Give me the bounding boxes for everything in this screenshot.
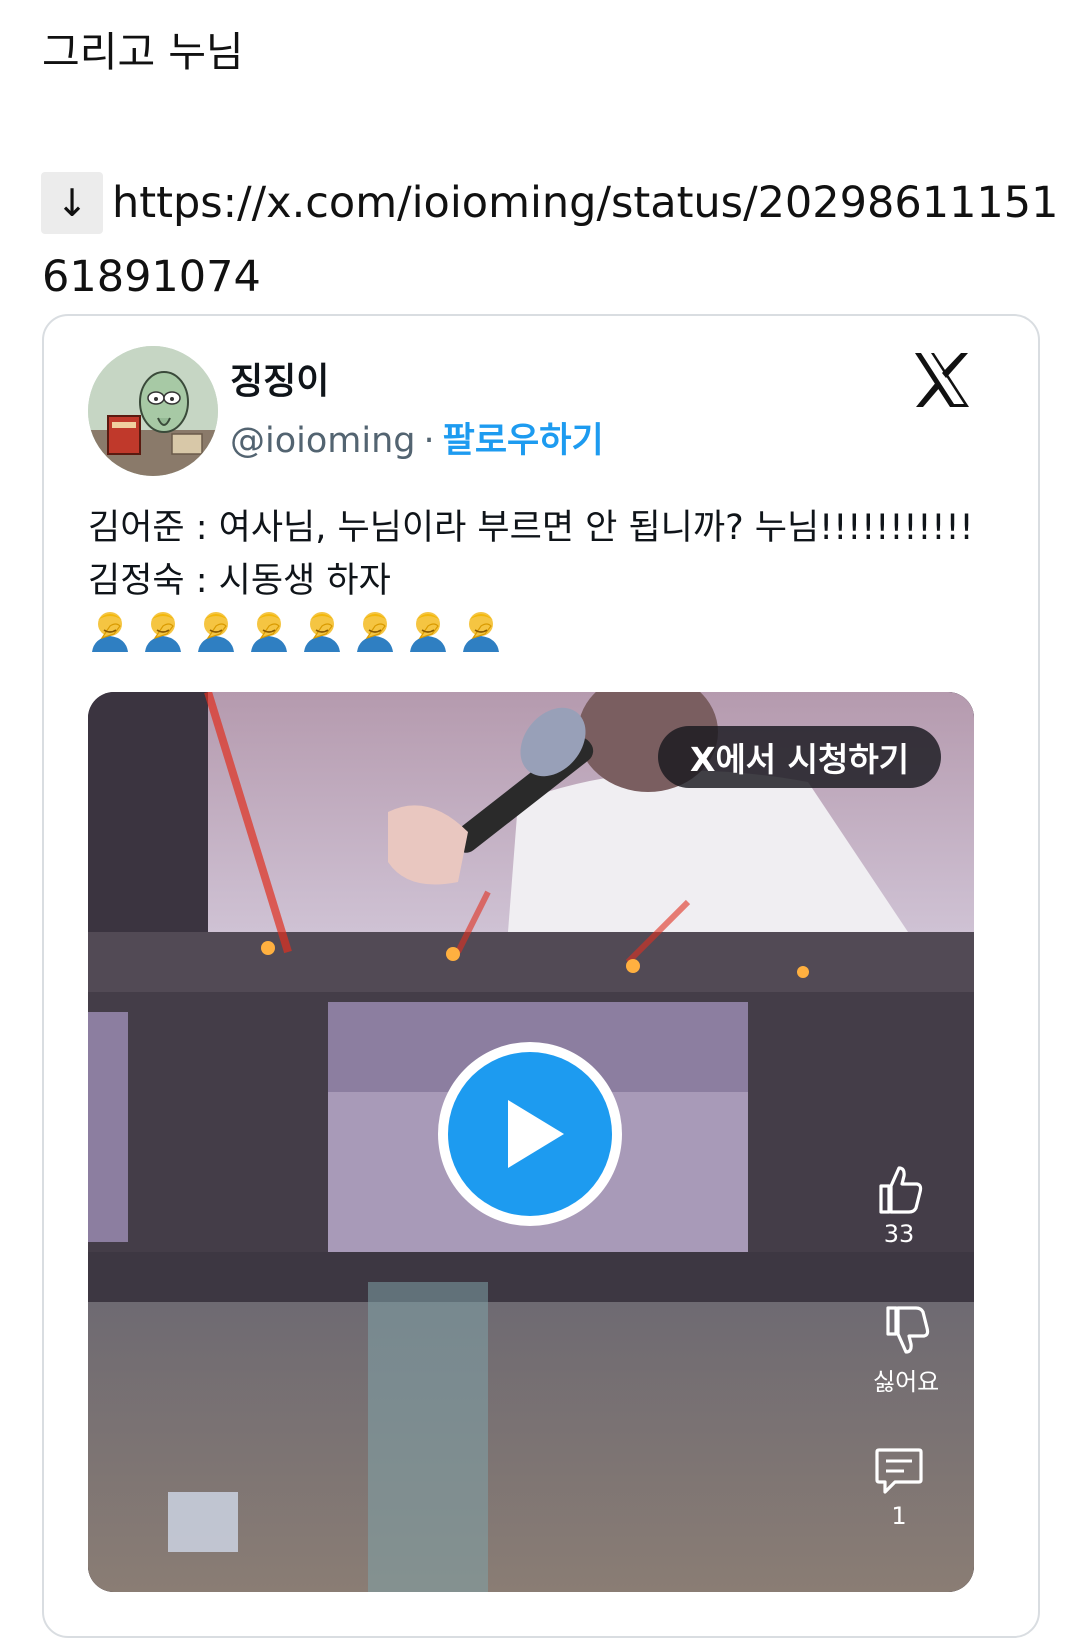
facepalm-emoji — [145, 612, 181, 652]
video-thumbnail[interactable]: X에서 시청하기 33 싫어요 1 — [88, 692, 974, 1592]
dislike-control[interactable]: 싫어요 — [873, 1304, 939, 1397]
author-handle[interactable]: @ioioming — [230, 421, 416, 461]
status-link-continued[interactable]: 61891074 — [42, 252, 261, 302]
facepalm-emoji — [463, 612, 499, 652]
follow-button[interactable]: 팔로우하기 — [443, 421, 604, 461]
like-control[interactable]: 33 — [873, 1162, 925, 1248]
watch-on-x-button[interactable]: X에서 시청하기 — [658, 726, 942, 788]
comment-icon — [875, 1448, 923, 1494]
post-text: 그리고 누님 — [42, 28, 244, 76]
tweet-line: 김어준 : 여사님, 누님이라 부르면 안 됩니까? 누님!!!!!!!!!!! — [88, 508, 974, 548]
facepalm-emoji — [251, 612, 287, 652]
x-logo-icon[interactable] — [912, 350, 972, 410]
facepalm-emoji — [92, 612, 128, 652]
author-name[interactable]: 징징이 — [230, 352, 329, 404]
play-button[interactable] — [438, 1042, 622, 1226]
down-arrow-icon: ↓ — [41, 172, 103, 234]
handle-row: @ioioming · 팔로우하기 — [230, 412, 604, 463]
embedded-tweet-card[interactable]: 징징이 @ioioming · 팔로우하기 김어준 : 여사님, 누님이라 부르면 … — [42, 314, 1040, 1638]
facepalm-emoji — [357, 612, 393, 652]
dislike-label: 싫어요 — [873, 1368, 940, 1396]
thumbs-up-icon — [879, 1166, 923, 1214]
play-icon — [448, 1052, 612, 1216]
facepalm-emoji — [198, 612, 234, 652]
separator: · — [423, 421, 435, 461]
avatar[interactable] — [88, 346, 218, 476]
comment-count: 1 — [891, 1502, 907, 1530]
tweet-text: 김어준 : 여사님, 누님이라 부르면 안 됩니까? 누님!!!!!!!!!!!… — [88, 502, 974, 608]
like-count: 33 — [883, 1220, 915, 1248]
facepalm-emoji — [410, 612, 446, 652]
facepalm-emoji — [304, 612, 340, 652]
emoji-row — [88, 608, 503, 652]
thumbs-down-icon — [886, 1306, 930, 1354]
status-link[interactable]: https://x.com/ioioming/status/2029861115… — [112, 178, 1059, 228]
comment-control[interactable]: 1 — [873, 1444, 925, 1530]
tweet-line: 김정숙 : 시동생 하자 — [88, 561, 391, 601]
